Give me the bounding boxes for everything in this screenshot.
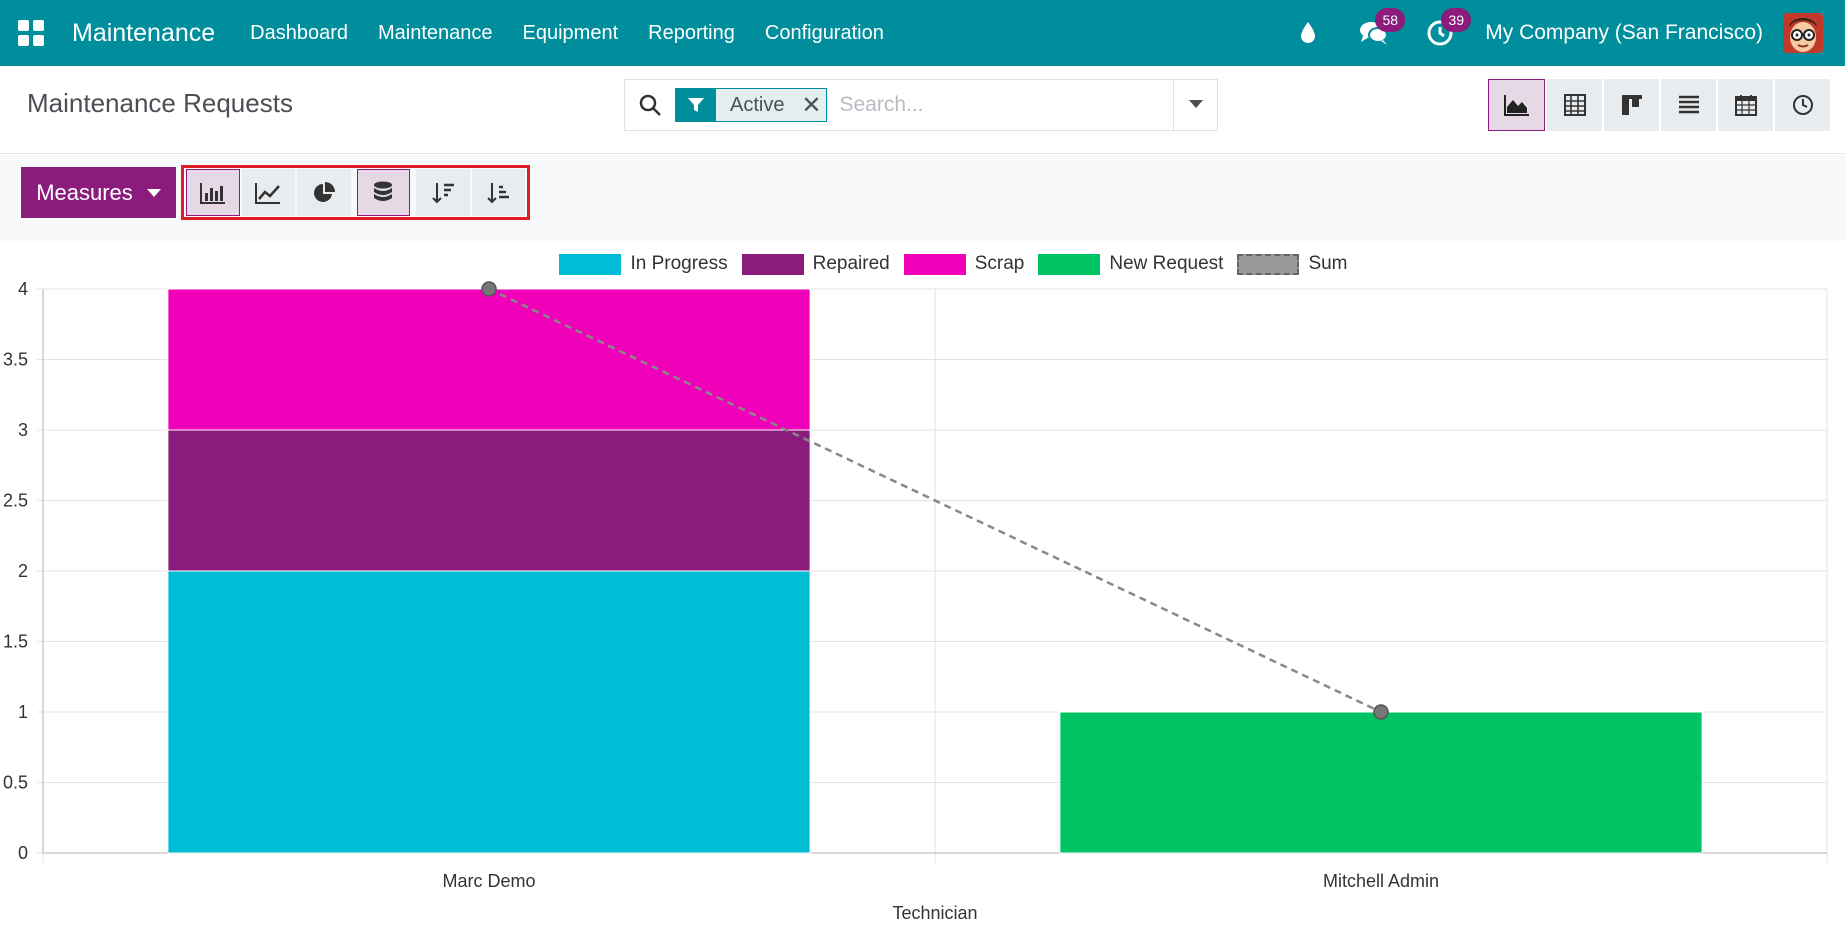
y-tick-label: 2 xyxy=(18,561,28,581)
search-options-toggle[interactable] xyxy=(1173,80,1217,130)
filter-icon xyxy=(676,88,716,122)
y-tick-label: 3.5 xyxy=(3,350,28,370)
bar-chart-icon xyxy=(199,182,225,204)
bar-new-request xyxy=(1059,711,1703,854)
y-tick-label: 2.5 xyxy=(3,491,28,511)
menu-reporting[interactable]: Reporting xyxy=(633,22,750,45)
stacked-toggle-button[interactable] xyxy=(356,169,411,216)
user-avatar[interactable] xyxy=(1783,13,1823,53)
menu-maintenance[interactable]: Maintenance xyxy=(363,22,508,45)
line-chart-button[interactable] xyxy=(241,169,296,216)
line-chart-icon xyxy=(255,182,281,204)
caret-down-icon xyxy=(1188,100,1203,108)
bar-in-progress xyxy=(167,570,811,854)
measures-label: Measures xyxy=(36,179,133,205)
search-facet: Active ✕ xyxy=(675,88,828,122)
menu-configuration[interactable]: Configuration xyxy=(750,22,899,45)
navbar-systray: 58 39 My Company (San Francisco) xyxy=(1275,0,1845,66)
clock-icon xyxy=(1792,95,1813,115)
droplet-icon[interactable] xyxy=(1293,18,1323,48)
y-tick-label: 1.5 xyxy=(3,632,28,652)
messages-icon[interactable]: 58 xyxy=(1359,8,1406,48)
y-tick-label: 0.5 xyxy=(3,773,28,793)
y-tick-label: 3 xyxy=(18,420,28,440)
messages-badge: 58 xyxy=(1375,8,1406,32)
x-tick-label: Marc Demo xyxy=(442,871,535,891)
view-kanban-button[interactable] xyxy=(1604,79,1659,131)
caret-down-icon xyxy=(146,188,161,197)
view-switcher xyxy=(1488,79,1830,131)
menu-equipment[interactable]: Equipment xyxy=(508,22,634,45)
facet-value: Active xyxy=(730,93,785,116)
apps-menu-icon[interactable] xyxy=(18,20,44,46)
sort-ascending-button[interactable] xyxy=(471,169,526,216)
search-icon[interactable] xyxy=(625,80,675,130)
activities-clock-icon[interactable]: 39 xyxy=(1425,8,1472,48)
sum-point xyxy=(1373,704,1389,720)
measures-button[interactable]: Measures xyxy=(21,167,176,218)
view-pivot-button[interactable] xyxy=(1547,79,1602,131)
kanban-icon xyxy=(1621,95,1642,115)
pivot-table-icon xyxy=(1563,94,1586,116)
facet-remove-icon[interactable]: ✕ xyxy=(796,88,826,122)
list-icon xyxy=(1678,95,1699,114)
graph-mode-group xyxy=(181,165,530,220)
menu-dashboard[interactable]: Dashboard xyxy=(235,22,363,45)
x-tick-label: Mitchell Admin xyxy=(1323,871,1439,891)
search-input[interactable] xyxy=(839,93,1160,117)
control-panel: Maintenance Requests Active ✕ xyxy=(0,66,1845,154)
y-tick-label: 4 xyxy=(18,279,28,299)
view-activity-button[interactable] xyxy=(1775,79,1830,131)
x-axis-title: Technician xyxy=(892,903,977,923)
app-brand[interactable]: Maintenance xyxy=(72,19,215,48)
view-graph-button[interactable] xyxy=(1488,79,1545,131)
area-chart-icon xyxy=(1503,95,1529,116)
pie-chart-button[interactable] xyxy=(297,169,351,216)
sort-descending-button[interactable] xyxy=(415,169,470,216)
sort-descending-icon xyxy=(432,182,454,203)
activities-badge: 39 xyxy=(1441,8,1472,32)
chart-canvas: 0 0.5 1 1.5 2 2.5 3 3.5 4 Marc Demo Mitchell Admin… xyxy=(3,279,1828,923)
main-menu: Dashboard Maintenance Equipment Reportin… xyxy=(235,22,899,45)
sort-ascending-icon xyxy=(487,182,510,203)
page-title: Maintenance Requests xyxy=(27,88,293,118)
graph-chart: In Progress Repaired Scrap New Request Sum 0… xyxy=(0,241,1845,930)
y-tick-label: 0 xyxy=(18,843,28,863)
view-calendar-button[interactable] xyxy=(1718,79,1773,131)
sum-point xyxy=(481,281,497,297)
stacked-database-icon xyxy=(374,181,393,201)
y-tick-label: 1 xyxy=(18,702,28,722)
pie-chart-icon xyxy=(313,181,335,202)
graph-toolbar: Measures xyxy=(0,155,1845,241)
company-switcher[interactable]: My Company (San Francisco) xyxy=(1485,21,1763,45)
calendar-icon xyxy=(1734,95,1757,116)
bar-chart-button[interactable] xyxy=(186,169,240,216)
view-list-button[interactable] xyxy=(1661,79,1716,131)
top-navbar: Maintenance Dashboard Maintenance Equipm… xyxy=(0,0,1845,66)
search-bar: Active ✕ xyxy=(624,79,1218,131)
bar-scrap xyxy=(167,288,811,431)
bar-repaired xyxy=(167,429,811,572)
